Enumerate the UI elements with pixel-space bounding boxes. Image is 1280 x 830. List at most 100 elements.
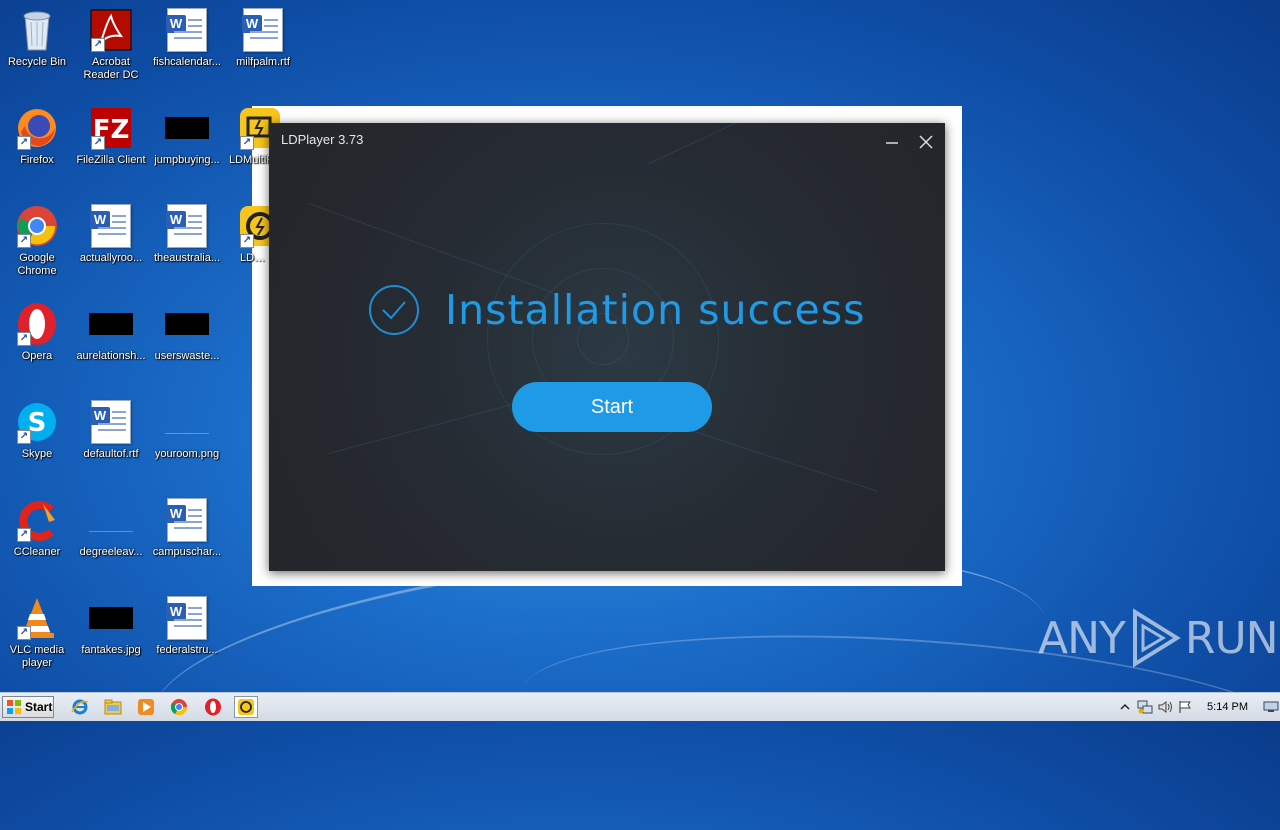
desktop-icon-theaustralia[interactable]: W theaustralia... xyxy=(150,204,224,265)
desktop-icon-recycle-bin[interactable]: Recycle Bin xyxy=(0,8,74,69)
desktop-icon-skype[interactable]: S ↗ Skype xyxy=(0,400,74,461)
minimize-icon xyxy=(886,142,898,144)
volume-icon[interactable] xyxy=(1155,697,1175,717)
redacted-thumbnail-icon xyxy=(89,302,133,346)
desktop-icon-label: CCleaner xyxy=(13,546,61,558)
window-title: LDPlayer 3.73 xyxy=(281,132,364,147)
desktop-icon-userswaste[interactable]: userswaste... xyxy=(150,302,224,363)
desktop-icon-fantakes[interactable]: fantakes.jpg xyxy=(74,596,148,657)
desktop-icon-defaultof[interactable]: W defaultof.rtf xyxy=(74,400,148,461)
desktop-icon-label: degreeleav... xyxy=(79,546,143,558)
desktop-icon-label: fantakes.jpg xyxy=(81,644,141,656)
desktop-icon-youroom[interactable]: youroom.png xyxy=(150,400,224,461)
start-menu-button[interactable]: Start xyxy=(2,696,54,718)
desktop-icon-label: Skype xyxy=(21,448,53,460)
start-label: Start xyxy=(25,700,53,714)
check-circle-icon xyxy=(369,285,419,335)
word-document-icon: W xyxy=(165,204,209,248)
desktop-icon-federalstru[interactable]: W federalstru... xyxy=(150,596,224,657)
desktop-icon-label: VLC media player xyxy=(9,644,65,669)
desktop-icon-label: FileZilla Client xyxy=(76,154,146,166)
play-logo-icon xyxy=(1132,608,1181,668)
installation-status-text: Installation success xyxy=(445,286,866,334)
minimize-button[interactable] xyxy=(881,131,903,153)
desktop-icon-acrobat[interactable]: ↗ Acrobat Reader DC xyxy=(74,8,148,82)
desktop-icon-jumpbuying[interactable]: jumpbuying... xyxy=(150,106,224,167)
desktop-icon-label: actuallyroo... xyxy=(79,252,143,264)
desktop-icon-milfpalm[interactable]: W milfpalm.rtf xyxy=(226,8,300,69)
shortcut-arrow-icon: ↗ xyxy=(17,430,31,444)
opera-icon: ↗ xyxy=(15,302,59,346)
desktop-icon-fishcalendar[interactable]: W fishcalendar... xyxy=(150,8,224,69)
show-hidden-icons-button[interactable] xyxy=(1115,697,1135,717)
watermark-text-right: RUN xyxy=(1184,612,1279,664)
word-document-icon: W xyxy=(165,498,209,542)
desktop-icon-label: campuschar... xyxy=(152,546,222,558)
close-button[interactable] xyxy=(915,131,937,153)
desktop-icon-label: youroom.png xyxy=(154,448,220,460)
filezilla-icon: FZ ↗ xyxy=(89,106,133,150)
network-icon[interactable] xyxy=(1135,697,1155,717)
background-line xyxy=(668,423,879,492)
word-document-icon: W xyxy=(89,204,133,248)
desktop-icon-label: aurelationsh... xyxy=(76,350,146,362)
ccleaner-icon: ↗ xyxy=(15,498,59,542)
chevron-up-icon xyxy=(1120,703,1130,710)
taskbar-file-explorer[interactable] xyxy=(101,696,125,718)
action-center-flag-icon[interactable] xyxy=(1175,697,1195,717)
shortcut-arrow-icon: ↗ xyxy=(91,38,105,52)
taskbar: Start 5:14 PM xyxy=(0,692,1280,721)
redacted-thumbnail-icon xyxy=(165,302,209,346)
blank-thumbnail-icon xyxy=(165,400,209,444)
taskbar-ldplayer[interactable] xyxy=(234,696,258,718)
taskbar-media-player[interactable] xyxy=(134,696,158,718)
desktop-icon-chrome[interactable]: ↗ Google Chrome xyxy=(0,204,74,278)
desktop-icon-firefox[interactable]: ↗ Firefox xyxy=(0,106,74,167)
word-document-icon: W xyxy=(165,596,209,640)
desktop-icon-label: Google Chrome xyxy=(17,252,57,277)
anyrun-watermark: ANY RUN xyxy=(1038,608,1279,668)
desktop-icon-label: defaultof.rtf xyxy=(83,448,139,460)
word-document-icon: W xyxy=(241,8,285,52)
shortcut-arrow-icon: ↗ xyxy=(17,234,31,248)
desktop-icon-aurelationsh[interactable]: aurelationsh... xyxy=(74,302,148,363)
desktop-icon-label: fishcalendar... xyxy=(153,56,221,68)
desktop-icon-label: LDPlay... xyxy=(240,252,268,264)
desktop-icon-ccleaner[interactable]: ↗ CCleaner xyxy=(0,498,74,559)
firefox-icon: ↗ xyxy=(15,106,59,150)
shortcut-arrow-icon: ↗ xyxy=(17,626,31,640)
taskbar-opera[interactable] xyxy=(201,696,225,718)
watermark-text-left: ANY xyxy=(1038,612,1126,664)
shortcut-arrow-icon: ↗ xyxy=(17,136,31,150)
internet-explorer-icon xyxy=(71,699,89,715)
success-message: Installation success xyxy=(369,285,866,335)
monitor-icon xyxy=(1263,701,1279,712)
system-clock[interactable]: 5:14 PM xyxy=(1207,701,1248,713)
desktop-icon-filezilla[interactable]: FZ ↗ FileZilla Client xyxy=(74,106,148,167)
desktop-icon-actuallyroo[interactable]: W actuallyroo... xyxy=(74,204,148,265)
taskbar-internet-explorer[interactable] xyxy=(68,696,92,718)
chrome-icon: ↗ xyxy=(15,204,59,248)
word-document-icon: W xyxy=(89,400,133,444)
installer-window: LDPlayer 3.73 Installation success Start xyxy=(269,123,945,571)
taskbar-chrome[interactable] xyxy=(167,696,191,718)
desktop-icon-vlc[interactable]: ↗ VLC media player xyxy=(0,596,74,670)
background-line xyxy=(308,203,554,293)
word-document-icon: W xyxy=(165,8,209,52)
system-tray: 5:14 PM xyxy=(1115,693,1280,721)
blank-thumbnail-icon xyxy=(89,498,133,542)
desktop-icon-ldplayer[interactable]: ↗ LDPlay... xyxy=(226,204,280,265)
start-button[interactable]: Start xyxy=(512,382,712,432)
opera-icon xyxy=(205,698,221,716)
recycle-bin-icon xyxy=(15,8,59,52)
show-desktop-button[interactable] xyxy=(1262,697,1280,717)
background-line xyxy=(648,123,867,164)
acrobat-icon: ↗ xyxy=(89,8,133,52)
shortcut-arrow-icon: ↗ xyxy=(17,528,31,542)
desktop-icon-campuschar[interactable]: W campuschar... xyxy=(150,498,224,559)
desktop-icon-degreeleav[interactable]: degreeleav... xyxy=(74,498,148,559)
shortcut-arrow-icon: ↗ xyxy=(240,136,254,150)
vlc-icon: ↗ xyxy=(15,596,59,640)
desktop-icon-opera[interactable]: ↗ Opera xyxy=(0,302,74,363)
desktop-icon-label: userswaste... xyxy=(154,350,220,362)
